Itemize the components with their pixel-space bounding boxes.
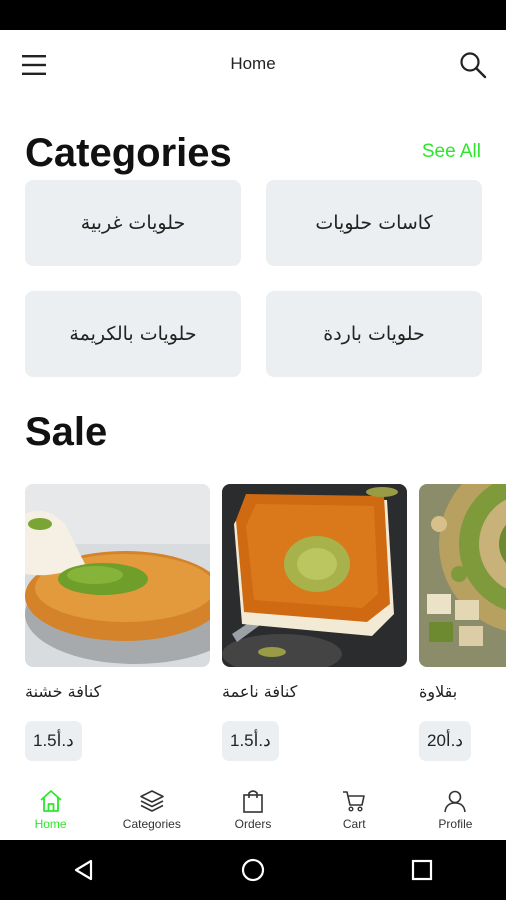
category-label: حلويات باردة	[323, 323, 425, 345]
see-all-link[interactable]: See All	[422, 141, 481, 163]
product-name: كنافة ناعمة	[222, 682, 298, 701]
product-card[interactable]: كنافة خشنة 1.5د.أ	[25, 484, 210, 769]
nav-item-orders[interactable]: Orders	[202, 778, 303, 840]
nav-item-cart[interactable]: Cart	[304, 778, 405, 840]
category-card[interactable]: كاسات حلويات	[266, 180, 482, 266]
shopping-bag-icon	[243, 790, 263, 813]
product-card[interactable]: بقلاوة 20د.أ	[419, 484, 506, 769]
nav-label: Orders	[234, 817, 272, 831]
user-icon	[444, 790, 467, 813]
category-label: كاسات حلويات	[315, 212, 433, 234]
nav-label: Home	[34, 817, 67, 831]
product-name: كنافة خشنة	[25, 682, 102, 701]
search-icon[interactable]	[458, 50, 488, 80]
nav-item-categories[interactable]: Categories	[101, 778, 202, 840]
status-bar	[0, 0, 506, 30]
categories-title: Categories	[25, 131, 232, 175]
price-chip: 1.5د.أ	[222, 721, 279, 761]
product-name: بقلاوة	[419, 682, 458, 701]
app-title: Home	[230, 54, 276, 73]
price-chip: 20د.أ	[419, 721, 471, 761]
product-card[interactable]: كنافة ناعمة 1.5د.أ	[222, 484, 407, 769]
home-icon	[39, 790, 62, 812]
home-circle-icon	[241, 858, 265, 882]
system-nav-bar	[0, 840, 506, 900]
price-chip: 1.5د.أ	[25, 721, 82, 761]
category-card[interactable]: حلويات بالكريمة	[25, 291, 241, 377]
category-card[interactable]: حلويات باردة	[266, 291, 482, 377]
home-system-button[interactable]	[233, 850, 273, 890]
nav-item-home[interactable]: Home	[0, 778, 101, 840]
nav-label: Cart	[342, 817, 366, 831]
bottom-nav: Home Categories Orders Cart Profile	[0, 778, 506, 840]
product-image	[25, 484, 210, 667]
recents-button[interactable]	[402, 850, 442, 890]
layers-icon	[139, 790, 164, 812]
back-triangle-icon	[75, 859, 93, 881]
recents-square-icon	[411, 859, 432, 881]
cart-icon	[343, 791, 366, 812]
category-card[interactable]: حلويات غربية	[25, 180, 241, 266]
nav-item-profile[interactable]: Profile	[405, 778, 506, 840]
product-image	[222, 484, 407, 667]
nav-label: Categories	[122, 817, 181, 831]
sale-title: Sale	[25, 410, 108, 454]
category-label: حلويات بالكريمة	[69, 323, 197, 345]
sale-carousel[interactable]: كنافة خشنة 1.5د.أ كنافة ناعمة 1.5د.أ بقل…	[25, 484, 506, 769]
app-bar: Home	[0, 30, 506, 100]
back-button[interactable]	[64, 850, 104, 890]
product-image	[419, 484, 506, 667]
category-label: حلويات غربية	[80, 212, 186, 234]
nav-label: Profile	[438, 817, 473, 831]
